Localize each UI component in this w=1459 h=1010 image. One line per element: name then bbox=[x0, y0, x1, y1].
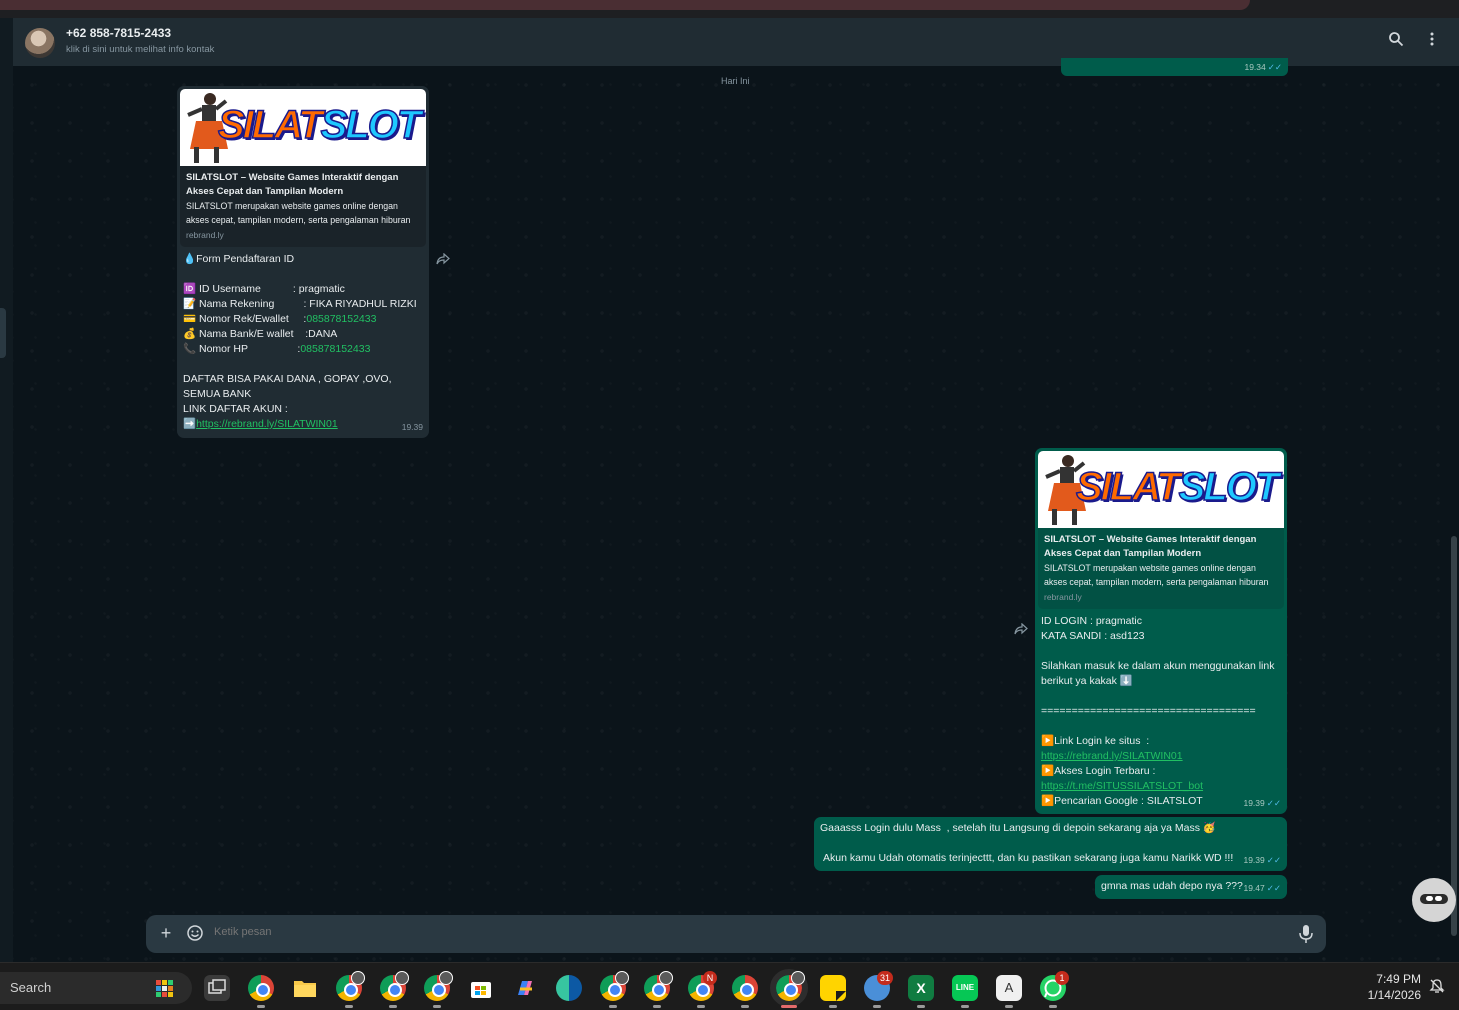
notification-count-badge: 1 bbox=[1055, 971, 1069, 985]
profile-badge-icon bbox=[351, 971, 365, 985]
message-bubble-outgoing[interactable]: SILATSLOT SILATSLOT – Website Games Inte… bbox=[1035, 448, 1287, 814]
message-text: ID LOGIN : pragmatic KATA SANDI : asd123 … bbox=[1041, 615, 1278, 807]
link-preview[interactable]: SILATSLOT SILATSLOT – Website Games Inte… bbox=[180, 89, 426, 247]
message-time: 19.39 ✓✓ bbox=[1243, 798, 1281, 808]
read-ticks-icon: ✓✓ bbox=[1266, 798, 1281, 808]
font-viewer-icon[interactable]: A bbox=[996, 975, 1022, 1001]
preview-description: SILATSLOT merupakan website games online… bbox=[186, 201, 411, 225]
attach-plus-icon[interactable]: + bbox=[156, 923, 176, 943]
chat-scrollbar[interactable] bbox=[1451, 536, 1457, 936]
copilot-icon[interactable] bbox=[512, 975, 538, 1001]
search-icon[interactable] bbox=[1386, 31, 1406, 51]
edge-icon[interactable] bbox=[556, 975, 582, 1001]
preview-title: SILATSLOT – Website Games Interaktif den… bbox=[186, 172, 399, 197]
message-time: 19.34 ✓✓ bbox=[1244, 62, 1282, 72]
read-ticks-icon: ✓✓ bbox=[1266, 855, 1281, 865]
message-text: Gaaasss Login dulu Mass , setelah itu La… bbox=[820, 822, 1234, 864]
profile-badge-icon bbox=[791, 971, 805, 985]
message-bubble-incoming[interactable]: SILATSLOT SILATSLOT – Website Games Inte… bbox=[177, 86, 429, 438]
profile-badge-icon bbox=[659, 971, 673, 985]
left-sidebar-edge bbox=[0, 18, 13, 962]
avatar[interactable] bbox=[25, 28, 55, 58]
notification-badge: N bbox=[703, 971, 717, 985]
message-input[interactable] bbox=[214, 926, 1274, 938]
message-time: 19.39 bbox=[401, 422, 423, 432]
contact-name[interactable]: +62 858-7815-2433 bbox=[66, 26, 171, 40]
preview-host: rebrand.ly bbox=[1044, 592, 1082, 602]
forward-icon[interactable] bbox=[1014, 622, 1028, 638]
profile-badge-icon bbox=[395, 971, 409, 985]
message-time: 19.39 ✓✓ bbox=[1243, 855, 1281, 865]
read-ticks-icon: ✓✓ bbox=[1266, 883, 1281, 893]
excel-icon[interactable]: X bbox=[908, 975, 934, 1001]
line-app-icon[interactable]: LINE bbox=[952, 975, 978, 1001]
message-bubble-outgoing[interactable]: Gaaasss Login dulu Mass , setelah itu La… bbox=[814, 817, 1287, 871]
microphone-icon[interactable] bbox=[1298, 924, 1314, 944]
more-vert-icon[interactable] bbox=[1422, 31, 1442, 51]
windows-taskbar: Search N 31 X LINE A 1 7:49 PM 1/14/2026 bbox=[0, 962, 1459, 1010]
message-time: 19.47 ✓✓ bbox=[1243, 883, 1281, 893]
chat-panel: 19.34 ✓✓ Hari Ini SILATSLOT SILATSLOT – W… bbox=[13, 58, 1459, 962]
taskbar-search[interactable]: Search bbox=[0, 972, 192, 1004]
notification-count-badge: 31 bbox=[877, 971, 894, 985]
message-link[interactable]: https://rebrand.ly/SILATWIN01 bbox=[1041, 750, 1183, 762]
preview-image: SILATSLOT bbox=[1038, 451, 1284, 528]
microsoft-store-icon[interactable] bbox=[468, 975, 494, 1001]
chrome-icon[interactable] bbox=[248, 975, 274, 1001]
preview-title: SILATSLOT – Website Games Interaktif den… bbox=[1044, 534, 1257, 559]
day-divider: Hari Ini bbox=[721, 76, 750, 86]
preview-host: rebrand.ly bbox=[186, 230, 224, 240]
contact-info-hint[interactable]: klik di sini untuk melihat info kontak bbox=[66, 44, 214, 55]
system-clock[interactable]: 7:49 PM 1/14/2026 bbox=[1368, 971, 1421, 1003]
message-text: 💧Form Pendaftaran ID 🆔 ID Username : pra… bbox=[183, 253, 417, 430]
chrome-icon[interactable] bbox=[732, 975, 758, 1001]
preview-description: SILATSLOT merupakan website games online… bbox=[1044, 563, 1269, 587]
browser-top-strip bbox=[0, 0, 1459, 18]
browser-tab-bar bbox=[0, 0, 1250, 10]
emoji-icon[interactable] bbox=[186, 924, 204, 942]
notification-bell-icon[interactable] bbox=[1429, 978, 1445, 994]
message-link[interactable]: https://rebrand.ly/SILATWIN01 bbox=[196, 418, 338, 430]
message-bubble-outgoing[interactable]: gmna mas udah depo nya ??? 19.47 ✓✓ bbox=[1095, 875, 1287, 899]
profile-badge-icon bbox=[615, 971, 629, 985]
floating-ninja-avatar[interactable] bbox=[1412, 878, 1456, 922]
link-preview[interactable]: SILATSLOT SILATSLOT – Website Games Inte… bbox=[1038, 451, 1284, 609]
profile-badge-icon bbox=[439, 971, 453, 985]
silatslot-logo: SILATSLOT bbox=[217, 102, 422, 148]
message-link[interactable]: https://t.me/SITUSSILATSLOT_bot bbox=[1041, 780, 1203, 792]
taskbar-search-label: Search bbox=[10, 980, 52, 995]
silatslot-logo: SILATSLOT bbox=[1075, 464, 1280, 510]
message-bubble-outgoing-previous[interactable]: 19.34 ✓✓ bbox=[1061, 58, 1288, 76]
forward-icon[interactable] bbox=[436, 252, 450, 268]
sticky-notes-icon[interactable] bbox=[820, 975, 846, 1001]
sidebar-handle[interactable] bbox=[0, 308, 6, 358]
task-view-icon[interactable] bbox=[204, 975, 230, 1001]
rubik-cube-icon bbox=[156, 980, 173, 997]
file-explorer-icon[interactable] bbox=[292, 975, 318, 1001]
preview-image: SILATSLOT bbox=[180, 89, 426, 166]
message-composer[interactable]: + bbox=[146, 915, 1326, 953]
